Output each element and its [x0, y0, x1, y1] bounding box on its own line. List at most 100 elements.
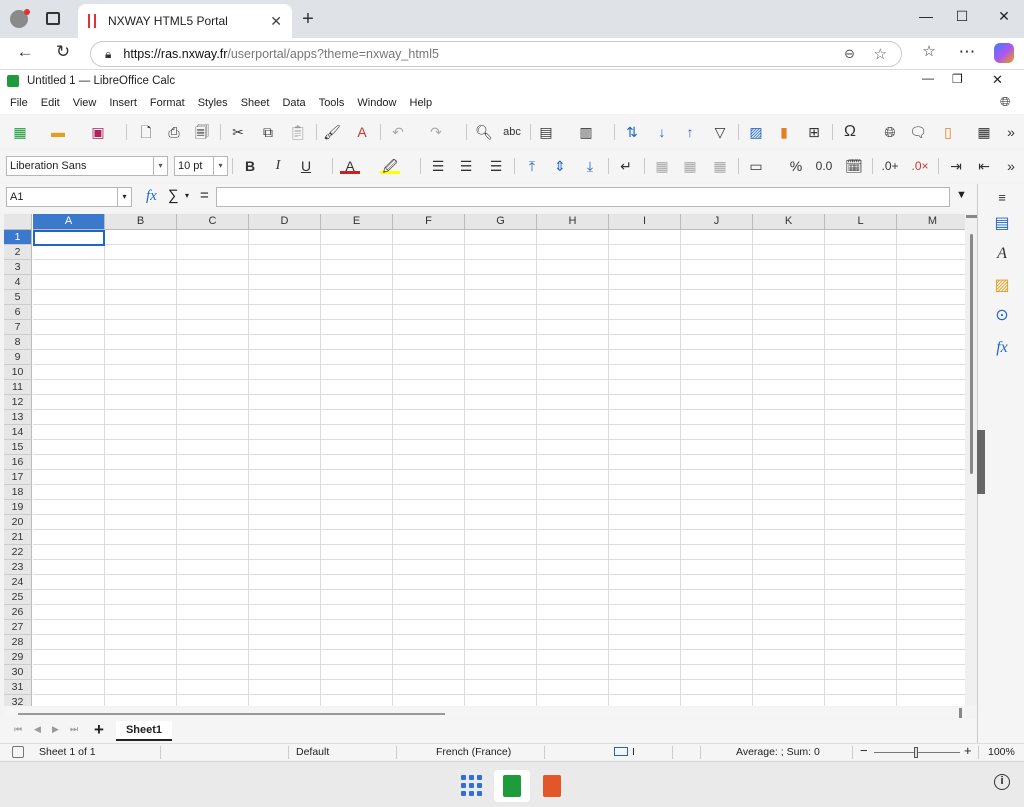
comment-icon[interactable]: 🗨︎: [908, 122, 928, 142]
merge-cells-icon[interactable]: ▦: [680, 156, 700, 176]
select-all-corner[interactable]: [4, 214, 32, 230]
row-header-1[interactable]: 1: [4, 230, 32, 245]
autofilter-icon[interactable]: ▽: [710, 122, 730, 142]
column-header-h[interactable]: H: [537, 214, 609, 230]
undo-icon[interactable]: ↶: [388, 122, 408, 142]
zoom-level[interactable]: 100%: [988, 744, 1015, 760]
menu-file[interactable]: File: [10, 97, 28, 109]
text-language[interactable]: French (France): [436, 744, 511, 760]
italic-icon[interactable]: I: [268, 156, 288, 176]
first-sheet-icon[interactable]: ⏮: [14, 724, 22, 735]
row-header-8[interactable]: 8: [4, 335, 32, 350]
active-cell-cursor[interactable]: [33, 230, 105, 246]
document-modified-icon[interactable]: [12, 746, 24, 758]
column-icon[interactable]: ▥: [576, 122, 596, 142]
menu-sheet[interactable]: Sheet: [241, 97, 270, 109]
wrap-text-icon[interactable]: ↵: [616, 156, 636, 176]
more-menu-icon[interactable]: ⋯: [956, 42, 978, 62]
align-right-icon[interactable]: ☰: [486, 156, 506, 176]
column-header-a[interactable]: A: [33, 214, 105, 230]
new-tab-icon[interactable]: +: [298, 8, 318, 31]
row-header-17[interactable]: 17: [4, 470, 32, 485]
sort-ascending-icon[interactable]: ↓: [652, 122, 672, 142]
menu-window[interactable]: Window: [357, 97, 396, 109]
align-left-icon[interactable]: ☰: [428, 156, 448, 176]
sheet-tab-sheet1[interactable]: Sheet1: [116, 721, 172, 741]
browser-tab[interactable]: NXWAY HTML5 Portal ✕: [78, 4, 292, 38]
chevron-down-icon[interactable]: ▾: [185, 191, 189, 200]
column-header-l[interactable]: L: [825, 214, 897, 230]
row-header-11[interactable]: 11: [4, 380, 32, 395]
scroll-split-handle[interactable]: [959, 708, 962, 718]
row-header-31[interactable]: 31: [4, 680, 32, 695]
clear-formatting-icon[interactable]: A: [352, 122, 372, 142]
toolbar-overflow-icon[interactable]: »: [1004, 156, 1018, 176]
back-icon[interactable]: ←: [14, 42, 36, 62]
save-icon[interactable]: ▣: [88, 122, 108, 142]
column-header-g[interactable]: G: [465, 214, 537, 230]
sheet-position[interactable]: Sheet 1 of 1: [39, 744, 96, 760]
functions-icon[interactable]: fx: [992, 338, 1012, 358]
selection-mode-icon[interactable]: [614, 747, 628, 756]
url-field[interactable]: 🔒︎ https://ras.nxway.fr/userportal/apps?…: [90, 41, 902, 67]
decrease-indent-icon[interactable]: ⇤: [974, 156, 994, 176]
open-folder-icon[interactable]: ▬: [48, 122, 68, 142]
row-header-2[interactable]: 2: [4, 245, 32, 260]
info-icon[interactable]: i: [994, 774, 1010, 790]
row-header-15[interactable]: 15: [4, 440, 32, 455]
minimize-icon[interactable]: —: [916, 8, 936, 24]
column-header-c[interactable]: C: [177, 214, 249, 230]
row-header-27[interactable]: 27: [4, 620, 32, 635]
number-format-icon[interactable]: 0.0: [814, 156, 834, 176]
row-header-16[interactable]: 16: [4, 455, 32, 470]
menu-edit[interactable]: Edit: [41, 97, 60, 109]
clone-formatting-icon[interactable]: 🖌︎: [322, 122, 342, 142]
chevron-down-icon[interactable]: ▾: [213, 157, 227, 175]
app-launcher-icon[interactable]: [454, 770, 490, 802]
styles-icon[interactable]: A: [992, 244, 1012, 264]
previous-sheet-icon[interactable]: ◀: [34, 724, 41, 735]
navigator-icon[interactable]: ⊙: [992, 306, 1012, 326]
copilot-icon[interactable]: [994, 43, 1014, 63]
properties-icon[interactable]: ▤: [992, 214, 1012, 234]
row-header-10[interactable]: 10: [4, 365, 32, 380]
date-format-icon[interactable]: 🗓︎: [844, 156, 864, 176]
row-header-21[interactable]: 21: [4, 530, 32, 545]
lo-restore-icon[interactable]: ❐: [952, 72, 963, 86]
highlight-color-icon[interactable]: 🖉︎: [380, 156, 400, 174]
hyperlink-icon[interactable]: 🌐︎: [880, 122, 900, 142]
menu-data[interactable]: Data: [282, 97, 305, 109]
horizontal-scrollbar[interactable]: [4, 708, 965, 718]
add-decimal-icon[interactable]: .0+: [880, 156, 900, 176]
column-header-f[interactable]: F: [393, 214, 465, 230]
maximize-icon[interactable]: ☐: [952, 8, 972, 25]
close-window-icon[interactable]: ✕: [994, 8, 1014, 25]
column-header-j[interactable]: J: [681, 214, 753, 230]
spelling-icon[interactable]: abc: [502, 122, 522, 142]
favorite-star-icon[interactable]: ☆: [874, 45, 887, 63]
selection-summary[interactable]: Average: ; Sum: 0: [736, 744, 820, 760]
bold-icon[interactable]: B: [240, 156, 260, 176]
row-header-5[interactable]: 5: [4, 290, 32, 305]
row-header-7[interactable]: 7: [4, 320, 32, 335]
merge-center-icon[interactable]: ▦: [652, 156, 672, 176]
menu-tools[interactable]: Tools: [319, 97, 345, 109]
page-style[interactable]: Default: [296, 744, 329, 760]
row-header-19[interactable]: 19: [4, 500, 32, 515]
align-bottom-icon[interactable]: ⤓: [580, 156, 600, 176]
center-vertically-icon[interactable]: ⇕: [550, 156, 570, 176]
font-name-box[interactable]: Liberation Sans ▾: [6, 156, 168, 176]
column-header-i[interactable]: I: [609, 214, 681, 230]
next-sheet-icon[interactable]: ▶: [52, 724, 59, 735]
increase-indent-icon[interactable]: ⇥: [946, 156, 966, 176]
currency-format-icon[interactable]: ▭: [746, 156, 766, 176]
row-header-20[interactable]: 20: [4, 515, 32, 530]
new-document-icon[interactable]: ▦: [10, 122, 30, 142]
row-header-6[interactable]: 6: [4, 305, 32, 320]
delete-decimal-icon[interactable]: .0×: [910, 156, 930, 176]
column-header-d[interactable]: D: [249, 214, 321, 230]
sum-icon[interactable]: ∑: [168, 187, 179, 204]
zoom-in-button[interactable]: +: [964, 743, 972, 759]
special-character-icon[interactable]: Ω: [840, 122, 860, 142]
chevron-down-icon[interactable]: ▾: [117, 188, 131, 206]
